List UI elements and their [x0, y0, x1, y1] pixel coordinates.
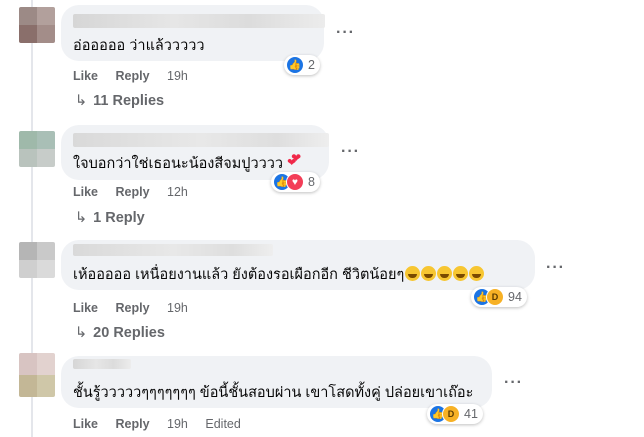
timestamp[interactable]: 19h: [167, 301, 188, 315]
comment-text: ชั้นรู้วววววๆๆๆๆๆๆๆ ข้อนี้ชั้นสอบผ่าน เข…: [73, 385, 474, 401]
reaction-summary[interactable]: 👍 ♥ 8: [271, 172, 320, 192]
reply-button[interactable]: Reply: [116, 417, 150, 431]
grinning-emoji: [469, 266, 485, 281]
view-replies-link[interactable]: ↳ 20 Replies: [75, 325, 165, 341]
reaction-summary[interactable]: 👍 2: [284, 55, 320, 75]
author-name[interactable]: [73, 133, 329, 147]
comment-text: เห้อออออ เหนื่อยงานแล้ว ยังต้องรอเผือกอี…: [73, 266, 485, 284]
author-name[interactable]: [73, 14, 325, 28]
reaction-count: 8: [308, 175, 315, 189]
comment-actions: Like Reply 19h Edited: [73, 417, 255, 431]
author-name[interactable]: [73, 359, 131, 369]
comment-text-content: เห้อออออ เหนื่อยงานแล้ว ยังต้องรอเผือกอี…: [73, 267, 405, 283]
more-options-icon[interactable]: ···: [504, 374, 523, 392]
like-button[interactable]: Like: [73, 417, 98, 431]
view-replies-link[interactable]: ↳ 1 Reply: [75, 210, 145, 226]
like-button[interactable]: Like: [73, 69, 98, 83]
comment-text: อ่อออออ ว่าแล้ววววว: [73, 38, 205, 54]
more-options-icon[interactable]: ···: [546, 259, 565, 277]
timestamp[interactable]: 19h: [167, 69, 188, 83]
comment-actions: Like Reply 19h: [73, 301, 202, 315]
avatar[interactable]: [19, 353, 55, 397]
reply-arrow-icon: ↳: [75, 93, 88, 109]
comment-bubble: ชั้นรู้วววววๆๆๆๆๆๆๆ ข้อนี้ชั้นสอบผ่าน เข…: [61, 356, 492, 408]
edited-label[interactable]: Edited: [205, 417, 240, 431]
comment-text-content: ใจบอกว่าใช่เธอนะน้องสีจมปูวววว: [73, 156, 284, 172]
hearts-emoji: ❤ ❤: [287, 151, 302, 169]
comment-text: ใจบอกว่าใช่เธอนะน้องสีจมปูวววว ❤ ❤: [73, 151, 305, 173]
comment-actions: Like Reply 12h: [73, 185, 202, 199]
haha-reaction-icon: D: [486, 288, 504, 306]
reply-button[interactable]: Reply: [116, 185, 150, 199]
avatar[interactable]: [19, 131, 55, 167]
grinning-emoji: [421, 266, 437, 281]
view-replies-link[interactable]: ↳ 11 Replies: [75, 93, 164, 109]
comment-bubble: อ่อออออ ว่าแล้ววววว: [61, 5, 325, 61]
love-reaction-icon: ♥: [286, 173, 304, 191]
reaction-count: 2: [308, 58, 315, 72]
reaction-count: 41: [464, 407, 478, 421]
haha-reaction-icon: D: [442, 405, 460, 423]
like-reaction-icon: 👍: [286, 56, 304, 74]
avatar[interactable]: [19, 242, 55, 278]
author-name[interactable]: [73, 244, 273, 256]
replies-label: 20 Replies: [93, 325, 165, 341]
reply-button[interactable]: Reply: [116, 69, 150, 83]
more-options-icon[interactable]: ···: [341, 143, 360, 161]
more-options-icon[interactable]: ···: [336, 24, 355, 42]
comment-bubble: เห้อออออ เหนื่อยงานแล้ว ยังต้องรอเผือกอี…: [61, 240, 535, 290]
timestamp[interactable]: 12h: [167, 185, 188, 199]
like-button[interactable]: Like: [73, 185, 98, 199]
grinning-emoji: [453, 266, 469, 281]
like-button[interactable]: Like: [73, 301, 98, 315]
reply-button[interactable]: Reply: [116, 301, 150, 315]
replies-label: 1 Reply: [93, 210, 145, 226]
replies-label: 11 Replies: [93, 93, 165, 109]
reply-arrow-icon: ↳: [75, 325, 88, 341]
avatar[interactable]: [19, 7, 55, 43]
reaction-summary[interactable]: 👍 D 94: [471, 287, 527, 307]
comment-actions: Like Reply 19h: [73, 69, 202, 83]
reaction-summary[interactable]: 👍 D 41: [427, 404, 483, 424]
grinning-emoji: [437, 266, 453, 281]
reaction-count: 94: [508, 290, 522, 304]
grinning-emoji: [405, 266, 421, 281]
timestamp[interactable]: 19h: [167, 417, 188, 431]
reply-arrow-icon: ↳: [75, 210, 88, 226]
